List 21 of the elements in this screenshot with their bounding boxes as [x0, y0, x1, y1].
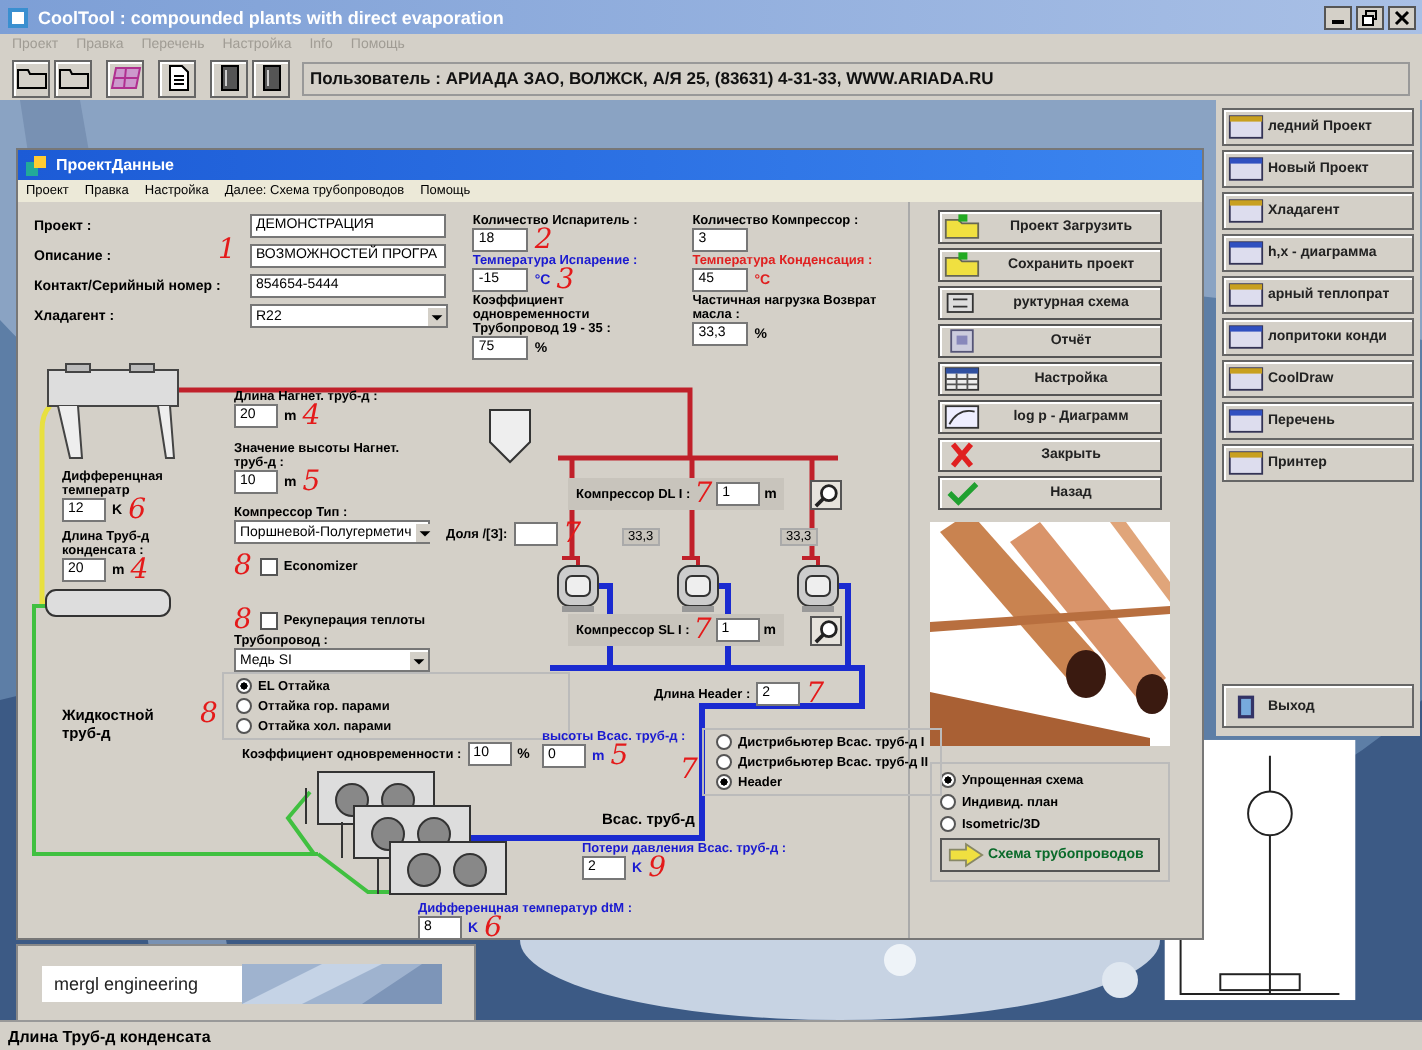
- close-button[interactable]: [1388, 5, 1416, 29]
- toolbar-button[interactable]: [12, 59, 50, 97]
- toolbar-button[interactable]: [158, 59, 196, 97]
- status-bar: Длина Труб-д конденсата: [0, 1020, 1422, 1050]
- minimize-icon: [1332, 20, 1344, 24]
- close-icon: [1394, 9, 1410, 25]
- minimize-button[interactable]: [1324, 5, 1352, 29]
- app-icon: [6, 5, 30, 29]
- toolbar-button[interactable]: [210, 59, 248, 97]
- grid-icon: [109, 66, 141, 90]
- toolbar-button[interactable]: [252, 59, 290, 97]
- restore-button[interactable]: [1356, 5, 1384, 29]
- toolbar-button[interactable]: [54, 59, 92, 97]
- folder-icon: [57, 66, 89, 90]
- book-icon: [259, 64, 283, 92]
- document-icon: [165, 64, 189, 92]
- restore-icon: [1362, 9, 1378, 25]
- window-title: CoolTool : compounded plants with direct evaporation: [38, 7, 506, 27]
- book-icon: [217, 64, 241, 92]
- folder-icon: [15, 66, 47, 90]
- user-info-field: Пользователь : АРИАДА ЗАО, ВОЛЖСК, А/Я 25, (83631) 4-31-33, WWW.ARIADA.RU: [302, 61, 1410, 95]
